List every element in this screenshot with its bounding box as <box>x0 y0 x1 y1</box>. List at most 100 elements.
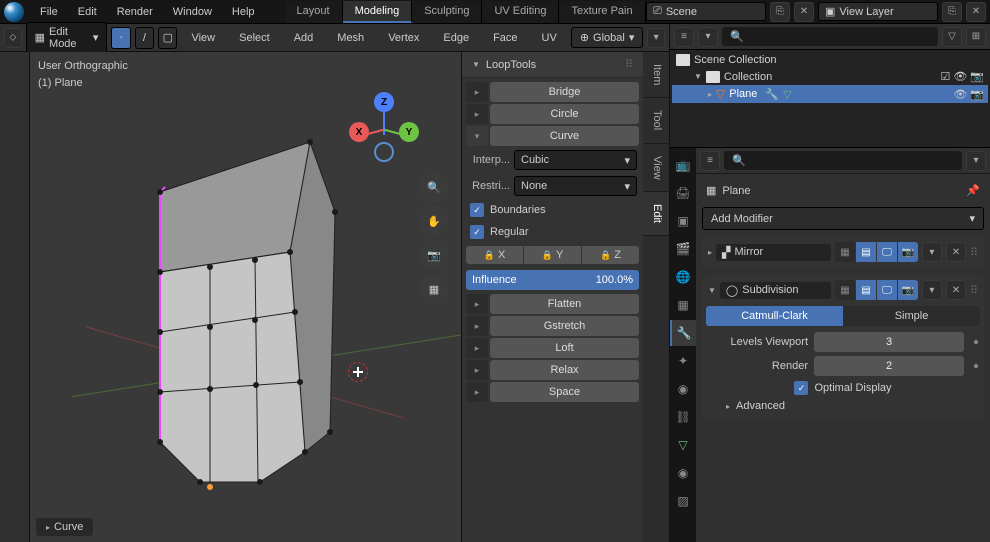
vp-menu-view[interactable]: View <box>181 28 225 48</box>
prop-tab-material[interactable]: ◉ <box>670 460 696 486</box>
subdiv-realtime-toggle[interactable]: 🖵 <box>877 280 897 300</box>
tab-uv-editing[interactable]: UV Editing <box>482 1 559 23</box>
scene-new-button[interactable]: ⎘ <box>770 2 790 22</box>
editor-type-icon[interactable]: ⬦ <box>4 28 22 48</box>
vp-menu-add[interactable]: Add <box>284 28 324 48</box>
prop-tab-world[interactable]: 🌐 <box>670 264 696 290</box>
subdiv-dropdown-button[interactable]: ▾ <box>922 280 942 300</box>
props-editor-icon[interactable]: ≡ <box>700 151 720 171</box>
vp-menu-uv[interactable]: UV <box>532 28 567 48</box>
drag-handle-icon[interactable]: ⠿ <box>970 284 978 297</box>
viewlayer-selector[interactable]: ▣ View Layer <box>818 2 938 21</box>
npanel-tab-item[interactable]: Item <box>643 52 669 98</box>
mirror-on-cage-toggle[interactable]: ▦ <box>835 242 855 262</box>
space-expand[interactable]: ▸ <box>466 382 488 402</box>
curve-button[interactable]: Curve <box>490 126 639 146</box>
gstretch-button[interactable]: Gstretch <box>490 316 639 336</box>
props-search-input[interactable]: 🔍 <box>724 151 962 170</box>
eye-icon[interactable]: 👁 <box>953 70 967 83</box>
mode-selector[interactable]: ▦ Edit Mode ▾ <box>26 22 108 54</box>
tab-sculpting[interactable]: Sculpting <box>412 1 482 23</box>
props-options-button[interactable]: ▾ <box>966 151 986 171</box>
tab-modeling[interactable]: Modeling <box>343 1 413 23</box>
camera-view-button[interactable]: 📷 <box>419 240 449 270</box>
viewport-canvas[interactable]: User Orthographic (1) Plane <box>30 52 669 542</box>
mirror-edit-toggle[interactable]: ▤ <box>856 242 876 262</box>
menu-help[interactable]: Help <box>222 2 265 22</box>
bridge-button[interactable]: Bridge <box>490 82 639 102</box>
vp-menu-select[interactable]: Select <box>229 28 280 48</box>
axis-gizmo[interactable]: Z X Y <box>349 92 419 162</box>
vertex-select-button[interactable]: ⋅ <box>111 27 130 49</box>
subdiv-render-toggle[interactable]: 📷 <box>898 280 918 300</box>
looptools-header[interactable]: ▼ LoopTools ⠿ <box>462 52 643 78</box>
levels-viewport-field[interactable]: 3 <box>814 332 964 352</box>
npanel-tab-view[interactable]: View <box>643 144 669 193</box>
prop-tab-constraints[interactable]: ⛓ <box>670 404 696 430</box>
mirror-name-field[interactable]: ▞ Mirror <box>716 244 831 261</box>
scene-selector[interactable]: ⎚ Scene <box>646 2 766 21</box>
edge-select-button[interactable]: / <box>135 27 154 49</box>
viewlayer-new-button[interactable]: ⎘ <box>942 2 962 22</box>
lock-z-button[interactable]: 🔒 Z <box>582 246 639 264</box>
npanel-tab-edit[interactable]: Edit <box>643 192 669 236</box>
disclosure-triangle-icon[interactable]: ▸ <box>708 90 712 99</box>
restriction-select[interactable]: None▾ <box>514 176 637 196</box>
flatten-button[interactable]: Flatten <box>490 294 639 314</box>
gstretch-expand[interactable]: ▸ <box>466 316 488 336</box>
prop-tab-scene[interactable]: 🎬 <box>670 236 696 262</box>
scene-close-button[interactable]: ✕ <box>794 2 814 22</box>
space-button[interactable]: Space <box>490 382 639 402</box>
camera-icon[interactable]: 📷 <box>970 88 984 101</box>
loft-expand[interactable]: ▸ <box>466 338 488 358</box>
drag-handle-icon[interactable]: ⠿ <box>970 246 978 259</box>
vp-menu-vertex[interactable]: Vertex <box>378 28 429 48</box>
optimal-display-checkbox[interactable]: ✓ Optimal Display <box>706 378 980 398</box>
tab-layout[interactable]: Layout <box>285 1 343 23</box>
camera-icon[interactable]: 📷 <box>970 70 984 83</box>
relax-button[interactable]: Relax <box>490 360 639 380</box>
circle-expand[interactable]: ▸ <box>466 104 488 124</box>
prop-tab-texture[interactable]: ▨ <box>670 488 696 514</box>
outliner-editor-icon[interactable]: ≡ <box>674 27 694 47</box>
prop-tab-output[interactable]: 🖨 <box>670 180 696 206</box>
tab-texture-paint[interactable]: Texture Pain <box>559 1 645 23</box>
disclosure-triangle-icon[interactable]: ▼ <box>708 286 716 295</box>
mirror-delete-button[interactable]: ✕ <box>946 242 966 262</box>
eye-icon[interactable]: 👁 <box>953 88 967 101</box>
orientation-selector[interactable]: ⊕ Global ▾ <box>571 27 644 48</box>
menu-render[interactable]: Render <box>107 2 163 22</box>
mirror-realtime-toggle[interactable]: 🖵 <box>877 242 897 262</box>
subdiv-delete-button[interactable]: ✕ <box>946 280 966 300</box>
prop-tab-data[interactable]: ▽ <box>670 432 696 458</box>
persp-ortho-button[interactable]: ▦ <box>419 274 449 304</box>
npanel-tab-tool[interactable]: Tool <box>643 98 669 143</box>
outliner-display-mode[interactable]: ▾ <box>698 27 718 47</box>
boundaries-checkbox[interactable]: ✓ Boundaries <box>466 200 639 220</box>
outliner-collection[interactable]: ▼ Collection ☑ 👁 📷 <box>672 68 988 85</box>
catmull-clark-button[interactable]: Catmull-Clark <box>706 306 843 326</box>
prop-tab-render[interactable]: 📺 <box>670 152 696 178</box>
mirror-dropdown-button[interactable]: ▾ <box>922 242 942 262</box>
menu-file[interactable]: File <box>30 2 68 22</box>
pin-icon[interactable]: 📌 <box>966 184 980 197</box>
prop-tab-particles[interactable]: ✦ <box>670 348 696 374</box>
overlay-options-button[interactable]: ▾ <box>647 28 665 48</box>
disclosure-triangle-icon[interactable]: ▸ <box>708 248 712 257</box>
outliner-new-collection-button[interactable]: ⊞ <box>966 27 986 47</box>
render-levels-field[interactable]: 2 <box>814 356 964 376</box>
menu-window[interactable]: Window <box>163 2 222 22</box>
subdivision-name-field[interactable]: ◯ Subdivision <box>720 282 831 299</box>
add-modifier-button[interactable]: Add Modifier ▾ <box>702 207 984 230</box>
flatten-expand[interactable]: ▸ <box>466 294 488 314</box>
outliner-filter-button[interactable]: ▽ <box>942 27 962 47</box>
outliner-object-plane[interactable]: ▸ ▽ Plane 🔧 ▽ 👁 📷 <box>672 85 988 103</box>
menu-edit[interactable]: Edit <box>68 2 107 22</box>
operator-redo-panel[interactable]: ▸ Curve <box>36 518 93 536</box>
vp-menu-face[interactable]: Face <box>483 28 527 48</box>
lock-y-button[interactable]: 🔒 Y <box>524 246 581 264</box>
zoom-button[interactable]: 🔍 <box>419 172 449 202</box>
prop-tab-object[interactable]: ▦ <box>670 292 696 318</box>
advanced-panel-header[interactable]: ▸ Advanced <box>706 398 980 414</box>
simple-button[interactable]: Simple <box>843 306 980 326</box>
